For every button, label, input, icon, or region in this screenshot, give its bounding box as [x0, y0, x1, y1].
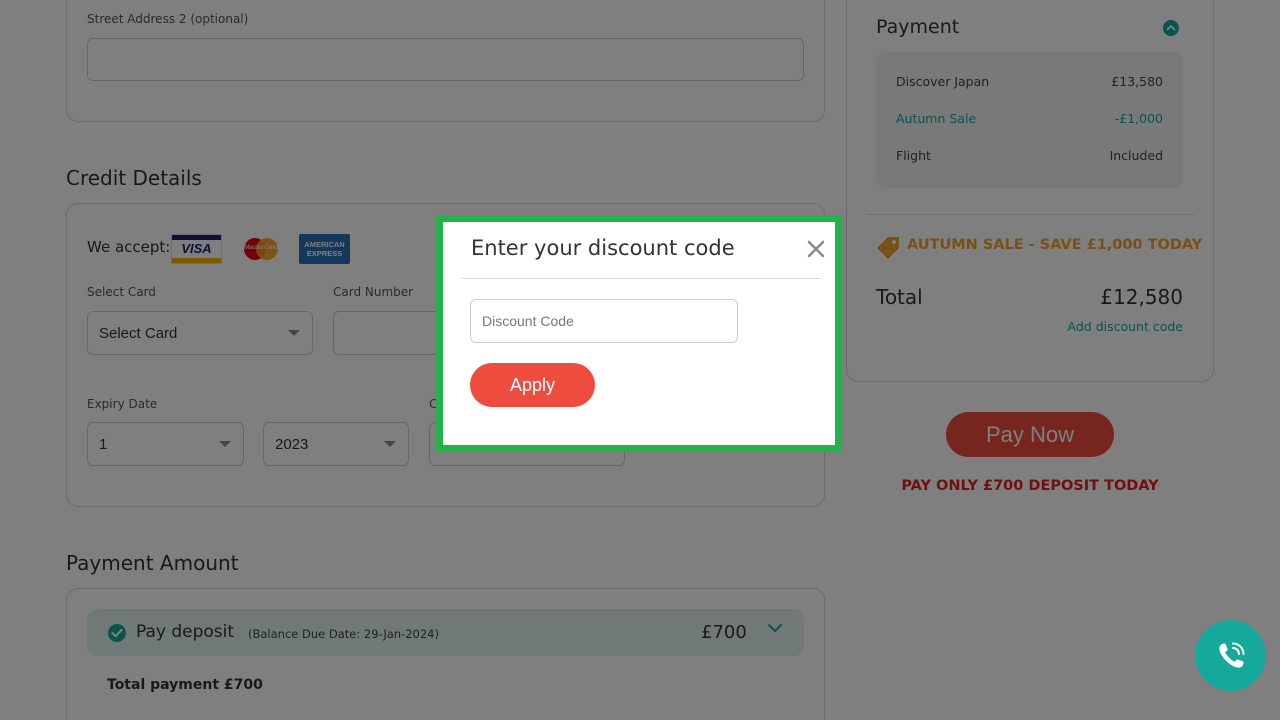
modal-divider [461, 278, 821, 279]
close-icon[interactable] [805, 238, 827, 260]
call-button[interactable] [1195, 620, 1266, 691]
discount-code-modal: Enter your discount code Apply [436, 215, 842, 452]
modal-title: Enter your discount code [471, 236, 735, 260]
discount-code-input[interactable] [470, 299, 738, 343]
phone-call-icon [1218, 642, 1244, 668]
apply-button[interactable]: Apply [470, 363, 595, 407]
